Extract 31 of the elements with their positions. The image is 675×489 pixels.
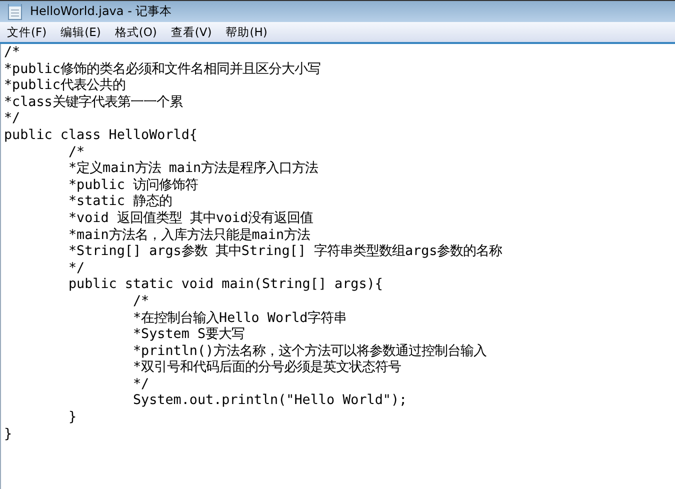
code-line: *class关键字代表第一一个累 [4,94,182,112]
menu-item[interactable]: 格式(O) [108,24,164,40]
code-line: } [68,410,77,427]
menu-item[interactable]: 编辑(E) [54,24,108,40]
menu-item[interactable]: 帮助(H) [218,24,274,40]
code-line: */ [4,111,20,128]
code-line: *public修饰的类名必须和文件名相同并且区分大小写 [4,62,320,78]
code-line: *定义main方法 main方法是程序入口方法 [68,161,318,178]
code-line: *main方法名，入库方法只能是main方法 [68,228,310,244]
code-line: */ [68,260,85,278]
menu-item[interactable]: 查看(V) [164,24,219,40]
code-line: /* [68,144,85,160]
code-line: System.out.println("Hello World"); [132,393,408,410]
code-line: public class HelloWorld{ [4,128,198,145]
code-line: *在控制台输入Hello World字符串 [132,310,347,326]
code-line: *System S要大写 [132,327,245,344]
code-line: *void 返回值类型 其中void没有返回值 [68,210,314,228]
code-line: public static void main(String[] args){ [68,277,383,294]
code-line: */ [132,376,150,394]
notepad-icon [8,3,22,20]
code-line: /* [132,294,150,310]
code-line: *public代表公共的 [4,78,126,94]
code-line: } [4,426,12,444]
code-line: *public 访问修饰符 [68,178,198,194]
code-line: *String[] args参数 其中String[] 字符串类型数组args参数的名称 [68,244,502,261]
window-title: HelloWorld.java - 记事本 [30,3,172,20]
code-line: *println()方法名称，这个方法可以将参数通过控制台输入 [132,344,487,360]
menu-item[interactable]: 文件(F) [0,24,54,40]
code-line: *static 静态的 [68,194,172,210]
code-line: /* [4,45,20,62]
code-line: *双引号和代码后面的分号必须是英文状态符号 [132,360,402,377]
